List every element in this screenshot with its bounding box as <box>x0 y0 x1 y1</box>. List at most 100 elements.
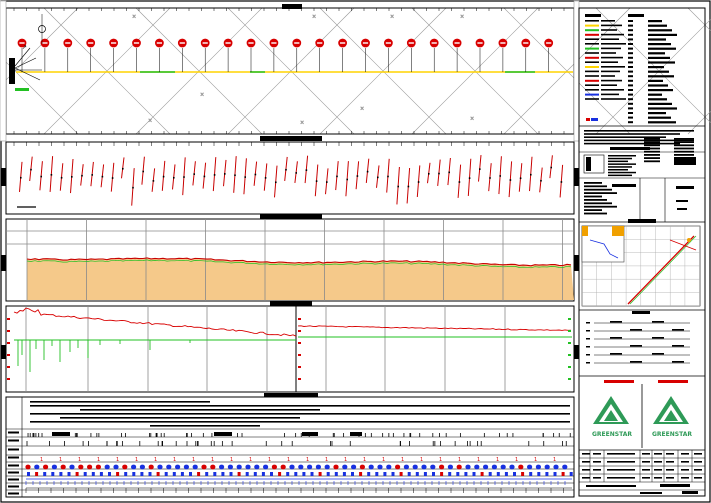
red-number-mark: 1 <box>439 457 442 463</box>
legend-text <box>648 29 672 32</box>
status-marker <box>500 464 506 470</box>
marker-label <box>294 42 300 44</box>
status-bar <box>189 472 192 476</box>
table-cell-text <box>607 461 635 463</box>
status-marker <box>421 464 427 470</box>
legend-swatch <box>585 56 599 59</box>
note-line <box>608 155 636 157</box>
marker-label <box>523 42 529 44</box>
status-marker <box>236 464 242 470</box>
red-number-mark: 1 <box>268 457 271 463</box>
status-marker <box>113 464 119 470</box>
table-cell-text <box>694 477 702 479</box>
project-line <box>584 209 602 211</box>
band-label <box>8 431 19 434</box>
depth-dot <box>468 177 471 179</box>
marker-label <box>133 42 140 44</box>
depth-dot <box>71 176 73 178</box>
legend-text <box>601 38 619 40</box>
rev-bullet <box>586 322 590 324</box>
status-bar <box>504 472 508 476</box>
status-marker <box>271 464 277 470</box>
status-marker <box>166 464 172 470</box>
status-bar <box>229 472 233 476</box>
status-bar <box>35 472 39 476</box>
marker-label <box>248 42 254 44</box>
legend-text <box>648 38 666 41</box>
axis-tick-red <box>7 318 10 320</box>
status-bar <box>326 472 330 476</box>
drawing-number <box>676 200 688 202</box>
status-bar <box>237 472 241 476</box>
legend-text <box>648 98 667 101</box>
project-line <box>584 182 602 184</box>
status-bar <box>51 472 55 476</box>
note-box-fill <box>586 157 591 171</box>
marker-label <box>408 42 414 44</box>
rev-entry <box>630 345 642 347</box>
legend-symbol <box>628 93 633 96</box>
legend-symbol <box>628 70 633 73</box>
legend-text <box>601 29 617 31</box>
legend-text <box>648 116 671 119</box>
status-marker <box>377 464 383 470</box>
red-number-mark: 1 <box>135 457 138 463</box>
depth-dot <box>101 175 104 178</box>
legend-text <box>601 56 623 59</box>
rev-bullet <box>586 330 590 332</box>
legend-heading <box>628 14 644 17</box>
marker-label <box>454 42 460 44</box>
status-bar <box>261 472 265 476</box>
status-bar <box>302 472 306 476</box>
legend-symbol <box>628 33 633 36</box>
status-bar <box>140 472 144 476</box>
rev-entry <box>610 321 622 323</box>
band-line <box>30 405 570 407</box>
red-number-mark: 1 <box>496 457 499 463</box>
depth-dot <box>479 168 481 170</box>
legend-text <box>648 93 662 96</box>
legend-text <box>648 84 668 87</box>
table-cell-text <box>681 469 689 471</box>
status-marker <box>192 464 198 470</box>
axis-tick-red <box>298 330 301 332</box>
legend-symbol <box>628 75 633 78</box>
depth-dot <box>397 185 399 188</box>
rev-entry <box>610 337 622 339</box>
depth-dot <box>50 174 53 176</box>
table-cell-text <box>681 477 689 479</box>
legend-text <box>601 61 618 63</box>
table-cell-text <box>607 469 635 471</box>
marker-label <box>362 42 369 44</box>
rev-bullet <box>586 362 590 364</box>
status-marker <box>139 464 145 470</box>
status-marker <box>245 464 251 470</box>
location-title-block <box>628 219 656 223</box>
table-footer-text <box>640 492 662 494</box>
red-number-mark: 1 <box>249 457 252 463</box>
table-cell-text <box>666 469 674 471</box>
band-line <box>150 425 260 427</box>
status-bar <box>318 472 322 476</box>
status-bar <box>334 472 338 476</box>
status-bar <box>294 472 298 476</box>
status-marker <box>518 464 524 470</box>
legend-swatch <box>585 38 599 40</box>
marker-label <box>88 42 94 44</box>
status-bar <box>399 472 403 476</box>
legend-swatch <box>585 24 599 27</box>
status-marker <box>289 464 295 470</box>
status-marker <box>395 464 401 470</box>
note-line <box>644 157 660 159</box>
legend-text <box>648 24 667 27</box>
table-cell-text <box>681 461 689 463</box>
rev-entry <box>652 337 664 339</box>
note-line <box>584 136 666 138</box>
status-bar <box>351 472 354 476</box>
status-marker <box>298 464 304 470</box>
status-marker <box>403 464 409 470</box>
rev-entry <box>652 353 664 355</box>
drawing-number <box>676 186 694 189</box>
status-marker <box>201 464 207 470</box>
status-marker <box>25 464 31 470</box>
